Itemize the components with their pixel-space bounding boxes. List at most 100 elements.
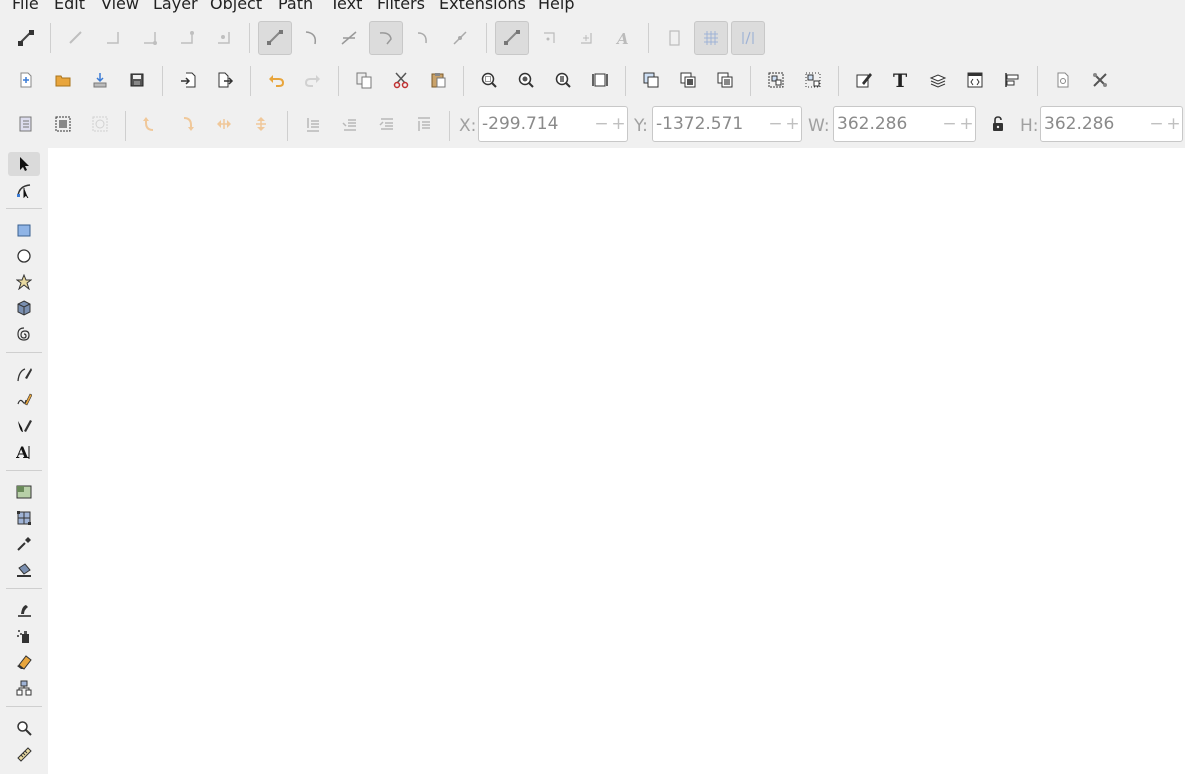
y-decrement-button[interactable]: − <box>767 114 784 134</box>
y-increment-button[interactable]: + <box>784 114 801 134</box>
snap-others-button[interactable] <box>495 21 529 55</box>
h-value[interactable]: 362.286 <box>1041 114 1148 134</box>
zoom-drawing-button[interactable] <box>509 63 543 97</box>
pen-tool-button[interactable] <box>8 362 40 386</box>
connector-tool-button[interactable] <box>8 676 40 700</box>
y-value[interactable]: -1372.571 <box>653 114 767 134</box>
3d-box-tool-button[interactable] <box>8 296 40 320</box>
snap-bbox-edge-button[interactable] <box>96 21 130 55</box>
h-field[interactable]: 362.286 − + <box>1040 106 1183 142</box>
menu-view[interactable]: View <box>101 0 139 14</box>
deselect-button[interactable] <box>83 107 117 141</box>
ungroup-button[interactable] <box>796 63 830 97</box>
pencil-tool-button[interactable] <box>8 388 40 412</box>
clone-button[interactable] <box>671 63 705 97</box>
rectangle-tool-button[interactable] <box>8 218 40 242</box>
calligraphy-tool-button[interactable] <box>8 414 40 438</box>
fill-stroke-button[interactable] <box>847 63 881 97</box>
snap-bbox-button[interactable] <box>59 21 93 55</box>
menu-extensions[interactable]: Extensions <box>439 0 526 14</box>
gradient-tool-button[interactable] <box>8 480 40 504</box>
export-png-button[interactable] <box>208 63 242 97</box>
select-all-layers-button[interactable] <box>46 107 80 141</box>
align-distribute-button[interactable] <box>995 63 1029 97</box>
preferences-button[interactable] <box>1083 63 1117 97</box>
open-button[interactable] <box>46 63 80 97</box>
snap-bbox-edge-midpoint-button[interactable] <box>170 21 204 55</box>
snap-line-midpoint-button[interactable] <box>443 21 477 55</box>
text-tool-button[interactable]: A <box>8 440 40 464</box>
menu-edit[interactable]: Edit <box>54 0 85 14</box>
drawing-canvas[interactable] <box>48 148 1185 774</box>
zoom-selection-button[interactable] <box>472 63 506 97</box>
zoom-page-width-button[interactable] <box>583 63 617 97</box>
h-decrement-button[interactable]: − <box>1148 114 1165 134</box>
eraser-tool-button[interactable] <box>8 650 40 674</box>
raise-button[interactable] <box>370 107 404 141</box>
layers-button[interactable] <box>921 63 955 97</box>
spiral-tool-button[interactable] <box>8 322 40 346</box>
mesh-tool-button[interactable] <box>8 506 40 530</box>
text-font-button[interactable]: T <box>884 63 918 97</box>
lower-to-bottom-button[interactable] <box>296 107 330 141</box>
zoom-tool-button[interactable] <box>8 716 40 740</box>
paste-button[interactable] <box>421 63 455 97</box>
undo-button[interactable] <box>259 63 293 97</box>
x-value[interactable]: -299.714 <box>479 114 593 134</box>
node-tool-button[interactable] <box>8 178 40 202</box>
print-button[interactable] <box>83 63 117 97</box>
w-increment-button[interactable]: + <box>958 114 975 134</box>
menu-filters[interactable]: Filters <box>377 0 425 14</box>
snap-grid-button[interactable] <box>694 21 728 55</box>
cut-button[interactable] <box>384 63 418 97</box>
w-value[interactable]: 362.286 <box>834 114 941 134</box>
snap-bbox-corner-button[interactable] <box>133 21 167 55</box>
lower-button[interactable] <box>333 107 367 141</box>
snap-guide-button[interactable] <box>731 21 765 55</box>
rotate-cw-button[interactable] <box>170 107 204 141</box>
snap-intersection-button[interactable] <box>332 21 366 55</box>
paint-bucket-tool-button[interactable] <box>8 558 40 582</box>
import-button[interactable] <box>120 63 154 97</box>
menu-path[interactable]: Path <box>278 0 313 14</box>
snap-nodes-button[interactable] <box>258 21 292 55</box>
snap-rotation-center-button[interactable] <box>569 21 603 55</box>
select-all-button[interactable] <box>9 107 43 141</box>
x-field[interactable]: -299.714 − + <box>478 106 628 142</box>
x-increment-button[interactable]: + <box>610 114 627 134</box>
menu-layer[interactable]: Layer <box>153 0 198 14</box>
copy-button[interactable] <box>347 63 381 97</box>
measure-tool-button[interactable] <box>8 742 40 766</box>
tweak-tool-button[interactable] <box>8 598 40 622</box>
import-image-button[interactable] <box>171 63 205 97</box>
menu-file[interactable]: File <box>12 0 39 14</box>
x-decrement-button[interactable]: − <box>593 114 610 134</box>
h-increment-button[interactable]: + <box>1165 114 1182 134</box>
unlink-clone-button[interactable] <box>708 63 742 97</box>
w-decrement-button[interactable]: − <box>941 114 958 134</box>
spray-tool-button[interactable] <box>8 624 40 648</box>
selector-tool-button[interactable] <box>8 152 40 176</box>
snap-toggle-button[interactable] <box>9 21 43 55</box>
dropper-tool-button[interactable] <box>8 532 40 556</box>
ellipse-tool-button[interactable] <box>8 244 40 268</box>
y-field[interactable]: -1372.571 − + <box>652 106 802 142</box>
menu-help[interactable]: Help <box>538 0 574 14</box>
group-button[interactable] <box>759 63 793 97</box>
w-field[interactable]: 362.286 − + <box>833 106 976 142</box>
document-properties-button[interactable] <box>1046 63 1080 97</box>
redo-button[interactable] <box>296 63 330 97</box>
raise-to-top-button[interactable] <box>407 107 441 141</box>
flip-vertical-button[interactable] <box>244 107 278 141</box>
menu-object[interactable]: Object <box>210 0 262 14</box>
snap-object-center-button[interactable] <box>532 21 566 55</box>
snap-page-border-button[interactable] <box>657 21 691 55</box>
snap-path-button[interactable] <box>295 21 329 55</box>
new-document-button[interactable] <box>9 63 43 97</box>
zoom-page-button[interactable] <box>546 63 580 97</box>
duplicate-button[interactable] <box>634 63 668 97</box>
menu-text[interactable]: Text <box>330 0 362 14</box>
snap-bbox-center-button[interactable] <box>207 21 241 55</box>
lock-ratio-button[interactable] <box>981 107 1015 141</box>
snap-cusp-button[interactable] <box>369 21 403 55</box>
